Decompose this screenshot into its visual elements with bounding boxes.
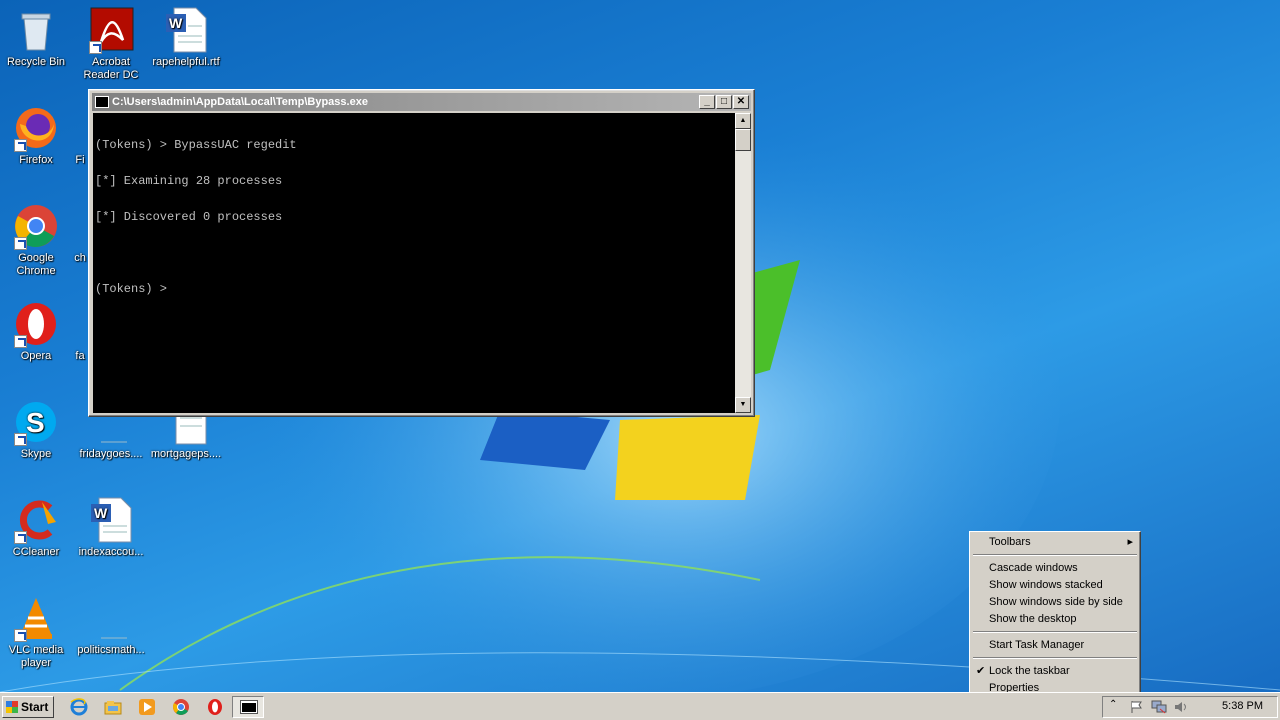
maximize-button[interactable]: □ — [716, 95, 732, 109]
checkmark-icon: ✔ — [976, 665, 986, 677]
shortcut-arrow-icon — [14, 237, 27, 250]
menu-item-task-manager[interactable]: Start Task Manager — [973, 637, 1137, 654]
icon-label: ch — [74, 252, 86, 264]
icon-label: Opera — [20, 350, 52, 362]
console-output[interactable]: (Tokens) > BypassUAC regedit [*] Examini… — [93, 113, 735, 413]
show-hidden-icons-icon[interactable]: ⌃ — [1109, 699, 1117, 710]
clock[interactable]: 5:38 PM — [1222, 700, 1263, 712]
desktop-icon-politics-file[interactable]: politicsmath... — [75, 594, 147, 657]
network-icon[interactable] — [1151, 700, 1167, 714]
acrobat-icon — [87, 6, 135, 54]
icon-label: fa — [75, 350, 85, 362]
shortcut-arrow-icon — [14, 433, 27, 446]
desktop-icon-vlc[interactable]: VLC media player — [0, 594, 72, 670]
start-button[interactable]: Start — [2, 696, 54, 718]
close-button[interactable]: ✕ — [733, 95, 749, 109]
svg-text:W: W — [94, 505, 108, 521]
scroll-down-arrow-icon[interactable]: ▼ — [735, 397, 751, 413]
svg-text:S: S — [26, 407, 45, 438]
icon-label: Acrobat Reader DC — [83, 56, 139, 81]
console-task-icon — [240, 700, 258, 714]
menu-separator — [973, 657, 1137, 659]
chrome-icon[interactable] — [172, 698, 190, 716]
svg-text:W: W — [169, 15, 183, 31]
volume-icon[interactable] — [1173, 700, 1189, 714]
desktop-icon-index-file[interactable]: W indexaccou... — [75, 496, 147, 559]
word-document-icon: W — [162, 6, 210, 54]
shortcut-arrow-icon — [14, 335, 27, 348]
console-line: (Tokens) > BypassUAC regedit — [95, 138, 297, 152]
console-prompt: (Tokens) > — [95, 282, 175, 296]
console-scrollbar[interactable]: ▲ ▼ — [735, 113, 751, 413]
icon-label: politicsmath... — [77, 644, 145, 656]
ccleaner-icon — [12, 496, 60, 544]
console-title: C:\Users\admin\AppData\Local\Temp\Bypass… — [112, 96, 368, 108]
shortcut-arrow-icon — [14, 531, 27, 544]
icon-label: VLC media player — [8, 644, 64, 669]
desktop-icon-acrobat[interactable]: Acrobat Reader DC — [75, 6, 147, 82]
file-icon — [62, 104, 82, 152]
icon-label: indexaccou... — [78, 546, 144, 558]
file-icon — [62, 202, 82, 250]
menu-item-toolbars[interactable]: Toolbars ▸ — [973, 534, 1137, 551]
taskbar-task-console[interactable] — [232, 696, 264, 718]
menu-item-stacked[interactable]: Show windows stacked — [973, 577, 1137, 594]
ie-icon[interactable] — [70, 698, 88, 716]
vlc-icon — [12, 594, 60, 642]
opera-icon[interactable] — [206, 698, 224, 716]
menu-separator — [973, 554, 1137, 556]
console-window[interactable]: C:\Users\admin\AppData\Local\Temp\Bypass… — [88, 89, 755, 417]
menu-separator — [973, 631, 1137, 633]
icon-label: CCleaner — [12, 546, 60, 558]
file-icon — [87, 594, 135, 642]
scroll-up-arrow-icon[interactable]: ▲ — [735, 113, 751, 129]
desktop-icon-recycle-bin[interactable]: Recycle Bin — [0, 6, 72, 69]
windows-flag-icon — [6, 701, 18, 713]
desktop-icon-partial-3[interactable]: fa — [52, 300, 92, 363]
icon-label: Skype — [20, 448, 52, 460]
icon-label: Firefox — [19, 154, 53, 166]
icon-label: fridaygoes.... — [79, 448, 143, 460]
file-icon — [62, 300, 82, 348]
taskbar-context-menu[interactable]: Toolbars ▸ Cascade windows Show windows … — [969, 531, 1141, 699]
menu-item-show-desktop[interactable]: Show the desktop — [973, 611, 1137, 628]
console-line: [*] Examining 28 processes — [95, 174, 283, 188]
desktop-icon-partial-1[interactable]: Fi — [52, 104, 92, 167]
console-app-icon — [95, 96, 109, 108]
submenu-arrow-icon: ▸ — [1127, 536, 1133, 548]
minimize-button[interactable]: _ — [699, 95, 715, 109]
icon-label: mortgageps.... — [150, 448, 222, 460]
menu-item-lock-taskbar[interactable]: ✔ Lock the taskbar — [973, 663, 1137, 680]
action-center-flag-icon[interactable] — [1129, 700, 1143, 714]
scroll-thumb[interactable] — [735, 129, 751, 151]
icon-label: Google Chrome — [16, 252, 56, 277]
system-tray: ⌃ 5:38 PM — [1102, 696, 1278, 718]
media-player-icon[interactable] — [138, 698, 156, 716]
shortcut-arrow-icon — [89, 41, 102, 54]
desktop-icon-ccleaner[interactable]: CCleaner — [0, 496, 72, 559]
desktop-icon-partial-2[interactable]: ch — [52, 202, 92, 265]
icon-label: rapehelpful.rtf — [152, 56, 220, 68]
shortcut-arrow-icon — [14, 139, 27, 152]
shortcut-arrow-icon — [14, 629, 27, 642]
recycle-bin-icon — [12, 6, 60, 54]
menu-item-side-by-side[interactable]: Show windows side by side — [973, 594, 1137, 611]
icon-label: Fi — [75, 154, 85, 166]
desktop-icon-skype[interactable]: S Skype — [0, 398, 72, 461]
icon-label: Recycle Bin — [6, 56, 66, 68]
explorer-icon[interactable] — [104, 698, 122, 716]
console-line: [*] Discovered 0 processes — [95, 210, 283, 224]
taskbar: Start ⌃ 5:38 PM — [0, 692, 1280, 720]
skype-icon: S — [12, 398, 60, 446]
desktop-icon-rtf-file[interactable]: W rapehelpful.rtf — [150, 6, 222, 69]
console-titlebar[interactable]: C:\Users\admin\AppData\Local\Temp\Bypass… — [92, 93, 751, 111]
menu-item-cascade[interactable]: Cascade windows — [973, 560, 1137, 577]
word-document-icon: W — [87, 496, 135, 544]
